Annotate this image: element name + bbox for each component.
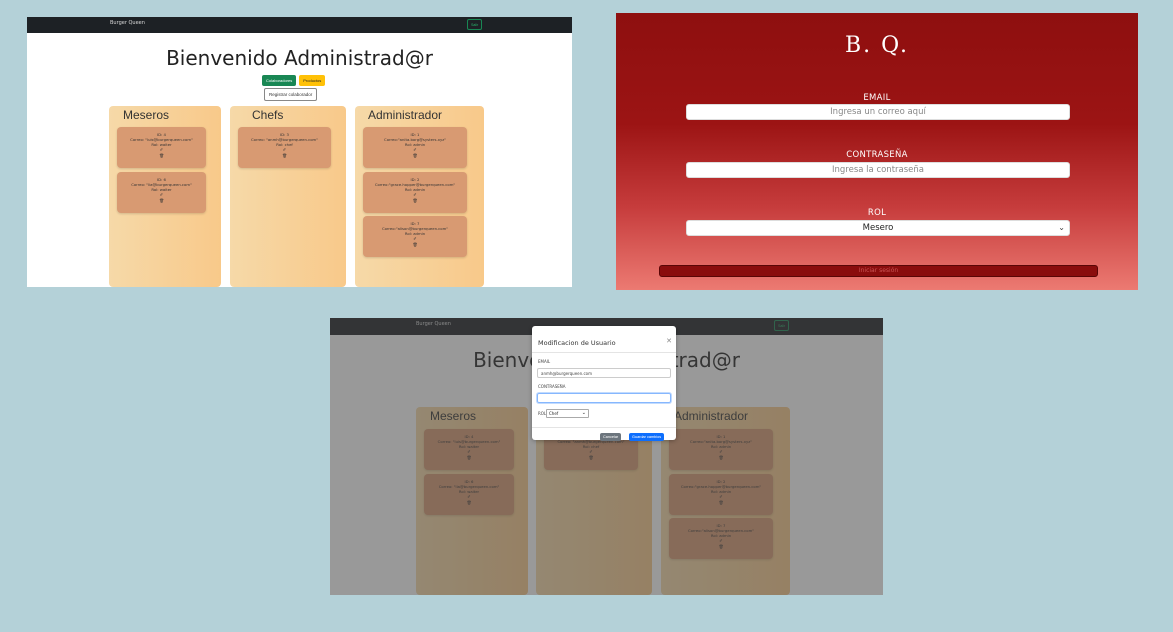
user-card: ID: 2 Correo:"grace.hopper@burgerqueen.c… [363, 172, 467, 213]
trash-icon[interactable]: 🗑 [363, 242, 467, 247]
password-label: CONTRASEÑA [538, 384, 566, 389]
productos-button[interactable]: Productos [299, 75, 326, 86]
page-title: Bienvenido Administrad@r [166, 46, 433, 70]
modal-footer-divider [532, 427, 676, 428]
rol-select-value: Mesero [862, 223, 894, 233]
email-field[interactable]: Ingresa un correo aquí [686, 104, 1070, 120]
rol-select[interactable]: Chef ⌄ [546, 409, 589, 418]
column-title: Administrador [368, 108, 443, 122]
navbar: Burger Queen Salir [27, 17, 572, 33]
password-field[interactable] [537, 393, 671, 403]
trash-icon[interactable]: 🗑 [363, 198, 467, 203]
rol-label: ROL [538, 411, 547, 416]
rol-label: ROL [867, 208, 887, 218]
save-changes-button[interactable]: Guardar cambios [629, 433, 665, 441]
trash-icon[interactable]: 🗑 [117, 198, 206, 203]
user-card: ID: 1 Correo:"anita.borg@systers.xyz" Ro… [363, 127, 467, 168]
edit-user-modal: Modificacion de Usuario ✕ EMAIL anmh@bur… [532, 326, 676, 441]
user-card: ID: 6 Correo: "lia@burgerqueen.com" Rol:… [117, 172, 206, 213]
trash-icon[interactable]: 🗑 [363, 153, 467, 158]
bq-logo: B. Q. [844, 33, 910, 58]
nav-button-row: Colaboradores Productos [262, 75, 326, 86]
password-field[interactable]: Ingresa la contraseña [686, 162, 1070, 178]
email-label: EMAIL [863, 93, 891, 103]
user-card: ID: 7 Correo:"alison@burgerqueen.com" Ro… [363, 216, 467, 257]
brand-link[interactable]: Burger Queen [110, 20, 145, 26]
rol-select-value: Chef [549, 411, 559, 416]
modal-title: Modificacion de Usuario [538, 339, 616, 347]
close-icon[interactable]: ✕ [666, 337, 672, 345]
modal-header-divider [532, 352, 676, 353]
edit-user-modal-screenshot: Burger Queen Salir Bienvenido Administra… [330, 318, 883, 595]
login-screenshot: B. Q. EMAIL Ingresa un correo aquí CONTR… [616, 13, 1138, 290]
rol-select[interactable]: Mesero ⌄ [686, 220, 1070, 236]
column-meseros: Meseros ID: 4 Correo: "luis@burgerqueen.… [109, 106, 221, 287]
column-administrador: Administrador ID: 1 Correo:"anita.borg@s… [355, 106, 484, 287]
cancel-button[interactable]: Cancelar [600, 433, 622, 441]
column-title: Meseros [123, 108, 170, 122]
user-card: ID: 3 Correo: "anmh@burgerqueen.com" Rol… [238, 127, 331, 168]
colaboradores-button[interactable]: Colaboradores [262, 75, 297, 86]
password-label: CONTRASEÑA [846, 150, 908, 160]
email-field[interactable]: anmh@burgerqueen.com [537, 368, 671, 378]
trash-icon[interactable]: 🗑 [117, 153, 206, 158]
chevron-down-icon: ⌄ [1058, 223, 1065, 232]
trash-icon[interactable]: 🗑 [238, 153, 331, 158]
exit-button[interactable]: Salir [467, 19, 483, 30]
column-title: Chefs [252, 108, 284, 122]
column-chefs: Chefs ID: 3 Correo: "anmh@burgerqueen.co… [230, 106, 346, 287]
email-label: EMAIL [538, 359, 551, 364]
login-button[interactable]: Iniciar sesión [659, 265, 1098, 277]
user-card: ID: 4 Correo: "luis@burgerqueen.com" Rol… [117, 127, 206, 168]
chevron-down-icon: ⌄ [581, 410, 586, 416]
register-collaborator-button[interactable]: Registrar colaborador [264, 88, 318, 101]
admin-dashboard-screenshot: Burger Queen Salir Bienvenido Administra… [27, 17, 572, 287]
